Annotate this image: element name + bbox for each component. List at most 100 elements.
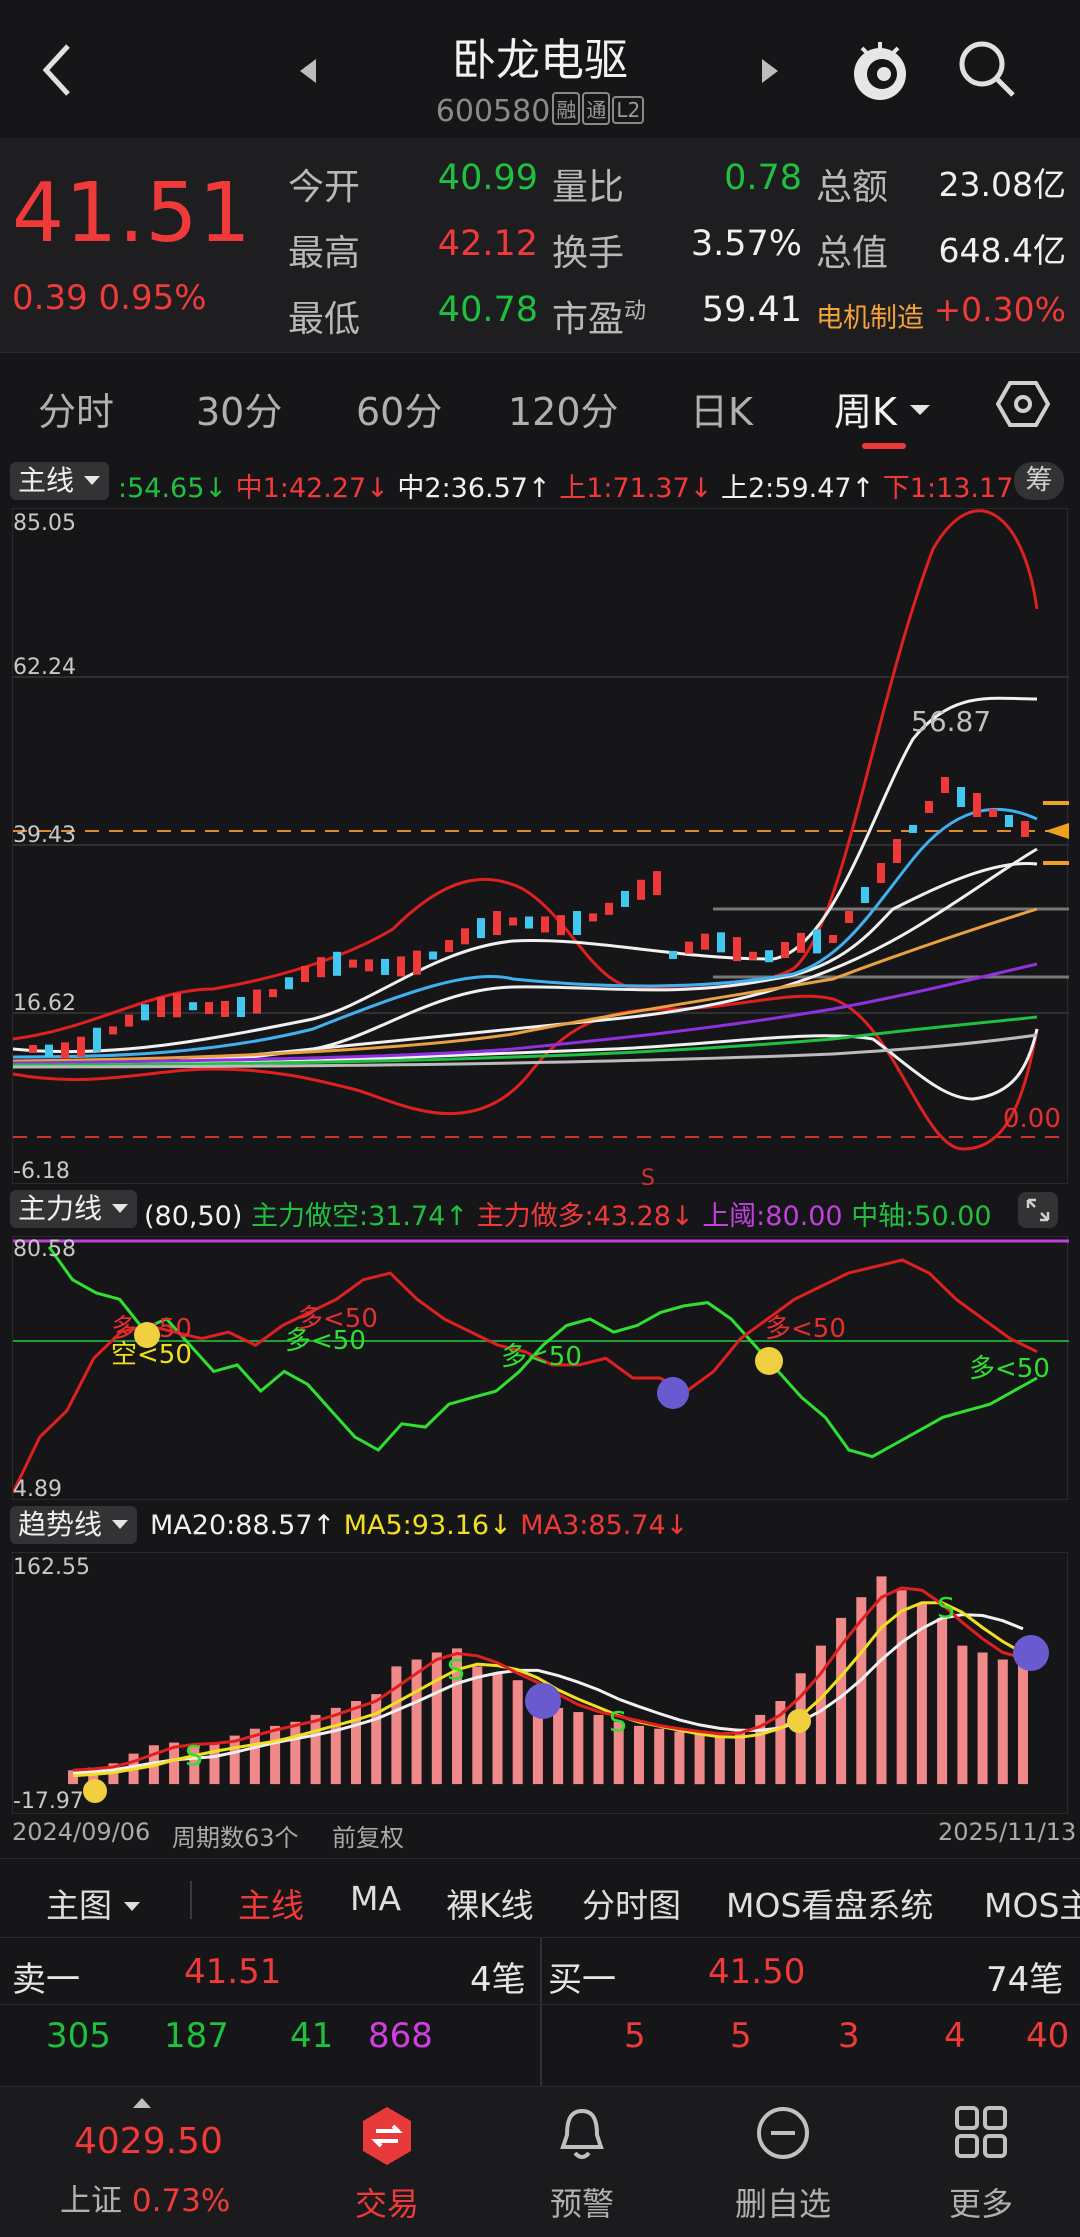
trend-bar — [674, 1731, 685, 1785]
svg-text:0.00: 0.00 — [1003, 1104, 1061, 1134]
candle — [477, 918, 485, 939]
candle — [925, 801, 933, 813]
nav-alert[interactable]: 预警 — [522, 2179, 642, 2225]
buy-detail: 4 — [944, 2016, 966, 2056]
menu-item-timeshare[interactable]: 分时图 — [582, 1879, 681, 1927]
svg-text:S: S — [937, 1591, 955, 1624]
svg-text:S: S — [185, 1739, 203, 1772]
candle — [397, 956, 405, 977]
trend-bar — [472, 1666, 483, 1785]
candle — [365, 959, 373, 972]
candle — [637, 879, 645, 900]
buy-detail: 5 — [730, 2016, 752, 2056]
trend-indicator-button[interactable]: 趋势线 — [10, 1506, 137, 1544]
tag-tong: 通 — [582, 92, 611, 125]
dropdown-triangle-icon — [111, 1520, 128, 1529]
trade-icon[interactable] — [360, 2105, 414, 2167]
trend-bar — [977, 1652, 988, 1785]
chip-distribution-button[interactable]: 筹 — [1014, 462, 1064, 500]
tab-timeshare[interactable]: 分时 — [38, 381, 114, 436]
mascot-icon[interactable] — [848, 34, 912, 106]
sell-one-price[interactable]: 41.51 — [184, 1952, 281, 1992]
next-arrow-icon[interactable] — [758, 56, 782, 86]
candle — [957, 787, 965, 807]
tab-daily-k[interactable]: 日K — [690, 381, 753, 436]
dropdown-triangle-icon — [111, 1204, 128, 1213]
nav-more[interactable]: 更多 — [921, 2179, 1041, 2225]
power-label: 多<50 — [501, 1342, 582, 1372]
sad-face-icon — [525, 1683, 561, 1719]
trend-bar — [634, 1725, 644, 1785]
candle — [877, 863, 885, 883]
menu-item-mos-main[interactable]: MOS主 — [984, 1879, 1080, 1927]
main-chart-selector[interactable]: 主图 — [46, 1879, 141, 1927]
main-indicator-button[interactable]: 主线 — [10, 462, 109, 500]
candle — [125, 1014, 133, 1027]
trend-bar — [209, 1742, 220, 1785]
candle — [749, 951, 757, 960]
candle — [973, 793, 981, 817]
menu-item-mainline[interactable]: 主线 — [238, 1879, 304, 1927]
trend-bar — [937, 1617, 948, 1785]
power-indicator-button[interactable]: 主力线 — [10, 1190, 137, 1228]
label-sector[interactable]: 电机制造 — [816, 296, 924, 335]
bottom-nav: 4029.50 上证 0.73% 交易 预警 删自选 更多 — [0, 2086, 1080, 2237]
label-turnover-rate: 换手 — [552, 233, 625, 274]
trend-bar — [492, 1673, 503, 1785]
chart-type-menu: 主图 主线 MA 裸K线 分时图 MOS看盘系统 MOS主 — [0, 1858, 1080, 1938]
tab-60min[interactable]: 60分 — [356, 381, 442, 436]
search-icon[interactable] — [956, 38, 1018, 100]
trend-bar — [573, 1712, 584, 1785]
y-axis-label-3: 39.43 — [13, 823, 76, 848]
tab-weekly-k[interactable]: 周K — [834, 381, 931, 436]
chart-adjust-mode[interactable]: 前复权 — [332, 1818, 404, 1853]
index-value[interactable]: 4029.50 — [74, 2121, 223, 2162]
candle — [269, 989, 277, 998]
hexagon-settings-icon[interactable] — [996, 379, 1050, 429]
sell-one-count: 4笔 — [470, 1960, 526, 2000]
label-turnover-amount: 总额 — [816, 167, 889, 208]
power-chart-svg: 多<50 空<50 多<50 多<50 多<50 多<50 多<50 — [11, 1239, 1069, 1494]
candle — [861, 887, 869, 903]
candle — [445, 940, 453, 953]
nav-remove-watchlist[interactable]: 删自选 — [723, 2179, 843, 2225]
index-info[interactable]: 上证 0.73% — [60, 2175, 230, 2220]
trend-chart-svg: S S S S — [68, 1576, 1049, 1803]
candle — [669, 950, 677, 959]
label-vol-ratio: 量比 — [552, 167, 625, 208]
candle — [349, 959, 357, 968]
menu-item-mos[interactable]: MOS看盘系统 — [726, 1879, 933, 1927]
y-axis-label-min: -6.18 — [13, 1159, 70, 1184]
trend-bar — [714, 1735, 725, 1785]
value-open: 40.99 — [437, 158, 538, 198]
power-label: 多<50 — [765, 1314, 846, 1344]
expand-icon[interactable] — [1018, 1192, 1058, 1228]
chart-end-date: 2025/11/13 — [938, 1818, 1077, 1846]
tab-120min[interactable]: 120分 — [508, 381, 619, 436]
candle — [29, 1045, 37, 1053]
buy-one-price[interactable]: 41.50 — [708, 1952, 805, 1992]
power-label: 多<50 — [297, 1304, 378, 1334]
bell-icon[interactable] — [557, 2105, 607, 2165]
nav-trade[interactable]: 交易 — [327, 2179, 447, 2225]
grid-more-icon[interactable] — [954, 2105, 1008, 2159]
power-chart[interactable]: 多<50 空<50 多<50 多<50 多<50 多<50 多<50 80.58… — [11, 1236, 1069, 1502]
candle — [509, 917, 517, 926]
candle — [557, 915, 565, 936]
menu-item-naked-k[interactable]: 裸K线 — [446, 1879, 534, 1927]
tab-30min[interactable]: 30分 — [196, 381, 282, 436]
trend-bar — [553, 1707, 564, 1785]
candle — [1005, 815, 1013, 827]
trend-bar — [290, 1721, 301, 1785]
remove-circle-icon[interactable] — [755, 2105, 811, 2161]
trend-chart[interactable]: S S S S 162.55 -17.97 — [12, 1552, 1068, 1814]
svg-text:S: S — [609, 1705, 627, 1738]
trend-bar — [310, 1714, 321, 1785]
y-axis-label-2: 62.24 — [13, 655, 76, 680]
trend-bar — [997, 1659, 1008, 1785]
trend-bar — [411, 1659, 422, 1785]
main-chart[interactable]: S 56.87 0.00 85.05 62.24 39.43 16.62 -6.… — [12, 508, 1069, 1191]
power-y-max: 80.58 — [13, 1237, 76, 1262]
menu-item-ma[interactable]: MA — [350, 1879, 401, 1918]
svg-text:56.87: 56.87 — [911, 705, 991, 738]
